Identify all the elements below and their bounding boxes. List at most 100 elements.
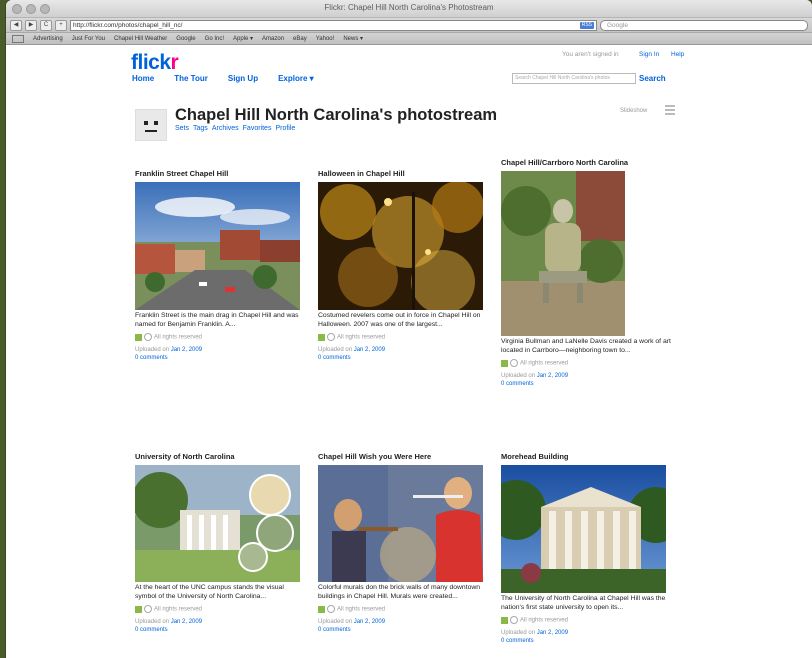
photostream-search-input[interactable]: Search Chapel Hill North Carolina's phot… [512, 73, 636, 84]
url-text: http://flickr.com/photos/chapel_hill_nc/ [73, 21, 183, 29]
upload-date-link[interactable]: Jan 2, 2009 [171, 347, 202, 353]
slideshow-link[interactable]: Slideshow [620, 108, 647, 114]
photo-license: All rights reserved [135, 333, 305, 342]
signed-out-notice: You aren't signed in [562, 51, 619, 58]
photo-item: Halloween in Chapel Hill Costumed revele… [318, 169, 488, 362]
show-all-bookmarks-icon[interactable] [12, 34, 24, 43]
photostream-subnav: Sets Tags Archives Favorites Profile [175, 125, 295, 132]
bookmark-item[interactable]: Google [176, 36, 195, 42]
subnav-profile[interactable]: Profile [275, 125, 295, 132]
upload-date-link[interactable]: Jan 2, 2009 [171, 619, 202, 625]
reload-button[interactable]: C [40, 19, 52, 31]
comments-link[interactable]: 0 comments [318, 354, 488, 362]
photo-description: The University of North Carolina at Chap… [501, 595, 666, 611]
browser-toolbar: ◀ ▶ C + http://flickr.com/photos/chapel_… [6, 18, 812, 33]
license-icon [318, 605, 325, 613]
comments-link[interactable]: 0 comments [501, 637, 671, 645]
buddy-icon[interactable] [135, 109, 167, 141]
browser-search-field[interactable]: Google [600, 19, 808, 31]
forward-button[interactable]: ▶ [25, 19, 37, 31]
photo-thumbnail[interactable] [135, 465, 300, 582]
comments-link[interactable]: 0 comments [318, 626, 488, 634]
bookmark-item[interactable]: Apple ▾ [233, 35, 253, 42]
search-button[interactable]: Search [639, 74, 666, 83]
upload-info: Uploaded on Jan 2, 2009 [318, 618, 386, 625]
subnav-tags[interactable]: Tags [193, 125, 208, 132]
subnav-favorites[interactable]: Favorites [243, 125, 272, 132]
photo-license: All rights reserved [501, 359, 671, 368]
title-bar: Flickr: Chapel Hill North Carolina's Pho… [6, 0, 812, 18]
photo-description: Colorful murals don the brick walls of m… [318, 584, 481, 600]
window-title: Flickr: Chapel Hill North Carolina's Pho… [324, 3, 494, 12]
copyright-icon [327, 333, 335, 341]
comments-link[interactable]: 0 comments [135, 354, 305, 362]
upload-date-link[interactable]: Jan 2, 2009 [354, 347, 385, 353]
photo-item: University of North Carolina At the hear… [135, 452, 305, 634]
bookmarks-bar: Advertising Just For You Chapel Hill Wea… [6, 33, 812, 45]
license-icon [135, 605, 142, 613]
bookmark-item[interactable]: Yahoo! [316, 36, 335, 42]
license-icon [135, 333, 142, 341]
photo-description: Costumed revelers come out in force in C… [318, 312, 481, 328]
upload-date-link[interactable]: Jan 2, 2009 [537, 630, 568, 636]
upload-date-link[interactable]: Jan 2, 2009 [354, 619, 385, 625]
rss-icon[interactable]: RSS [579, 21, 594, 29]
upload-info: Uploaded on Jan 2, 2009 [501, 629, 569, 636]
photo-item: Franklin Street Chapel Hill Franklin Str… [135, 169, 305, 362]
photo-title[interactable]: Chapel Hill/Carrboro North Carolina [501, 158, 671, 167]
photo-item: Chapel Hill Wish you Were Here Colorful … [318, 452, 488, 634]
photo-thumbnail[interactable] [318, 182, 483, 310]
copyright-icon [510, 359, 518, 367]
bookmark-item[interactable]: Just For You [72, 36, 105, 42]
bookmark-item[interactable]: eBay [293, 36, 307, 42]
comments-link[interactable]: 0 comments [135, 626, 305, 634]
license-icon [501, 359, 508, 367]
bookmark-item[interactable]: Go Inc! [205, 36, 224, 42]
add-bookmark-button[interactable]: + [55, 19, 67, 31]
photo-title[interactable]: Halloween in Chapel Hill [318, 169, 488, 178]
nav-tour[interactable]: The Tour [174, 74, 208, 83]
bookmark-item[interactable]: Amazon [262, 36, 284, 42]
photo-title[interactable]: Chapel Hill Wish you Were Here [318, 452, 488, 461]
photo-title[interactable]: Franklin Street Chapel Hill [135, 169, 305, 178]
photo-item: Morehead Building The University of Nort… [501, 452, 671, 645]
photo-description: Virginia Bullman and LaNelle Davis creat… [501, 338, 671, 354]
subnav-archives[interactable]: Archives [212, 125, 239, 132]
photo-title[interactable]: Morehead Building [501, 452, 671, 461]
upload-info: Uploaded on Jan 2, 2009 [501, 372, 569, 379]
photo-description: At the heart of the UNC campus stands th… [135, 584, 284, 600]
subnav-sets[interactable]: Sets [175, 125, 189, 132]
upload-info: Uploaded on Jan 2, 2009 [318, 346, 386, 353]
slideshow-icon[interactable] [665, 103, 675, 115]
bookmark-item[interactable]: Chapel Hill Weather [114, 36, 167, 42]
nav-explore[interactable]: Explore ▾ [278, 74, 314, 83]
nav-home[interactable]: Home [132, 74, 154, 83]
site-nav: Home The Tour Sign Up Explore ▾ [132, 74, 314, 83]
photo-thumbnail[interactable] [501, 171, 625, 336]
flickr-logo[interactable]: flickr [131, 51, 179, 75]
photo-thumbnail[interactable] [501, 465, 666, 593]
copyright-icon [144, 333, 152, 341]
comments-link[interactable]: 0 comments [501, 380, 671, 388]
sign-in-link[interactable]: Sign In [639, 51, 659, 58]
browser-window: Flickr: Chapel Hill North Carolina's Pho… [6, 0, 812, 658]
copyright-icon [510, 616, 518, 624]
photo-license: All rights reserved [501, 616, 671, 625]
photo-thumbnail[interactable] [318, 465, 483, 582]
bookmark-item[interactable]: News ▾ [343, 35, 363, 42]
back-button[interactable]: ◀ [10, 19, 22, 31]
photo-license: All rights reserved [135, 605, 305, 614]
address-bar[interactable]: http://flickr.com/photos/chapel_hill_nc/… [70, 19, 597, 31]
photo-title[interactable]: University of North Carolina [135, 452, 305, 461]
photo-license: All rights reserved [318, 333, 488, 342]
bookmark-item[interactable]: Advertising [33, 36, 63, 42]
photo-thumbnail[interactable] [135, 182, 300, 310]
help-link[interactable]: Help [671, 51, 684, 58]
copyright-icon [144, 605, 152, 613]
upload-info: Uploaded on Jan 2, 2009 [135, 346, 203, 353]
copyright-icon [327, 605, 335, 613]
photo-license: All rights reserved [318, 605, 488, 614]
nav-sign-up[interactable]: Sign Up [228, 74, 258, 83]
page-title: Chapel Hill North Carolina's photostream [175, 106, 498, 124]
upload-date-link[interactable]: Jan 2, 2009 [537, 373, 568, 379]
